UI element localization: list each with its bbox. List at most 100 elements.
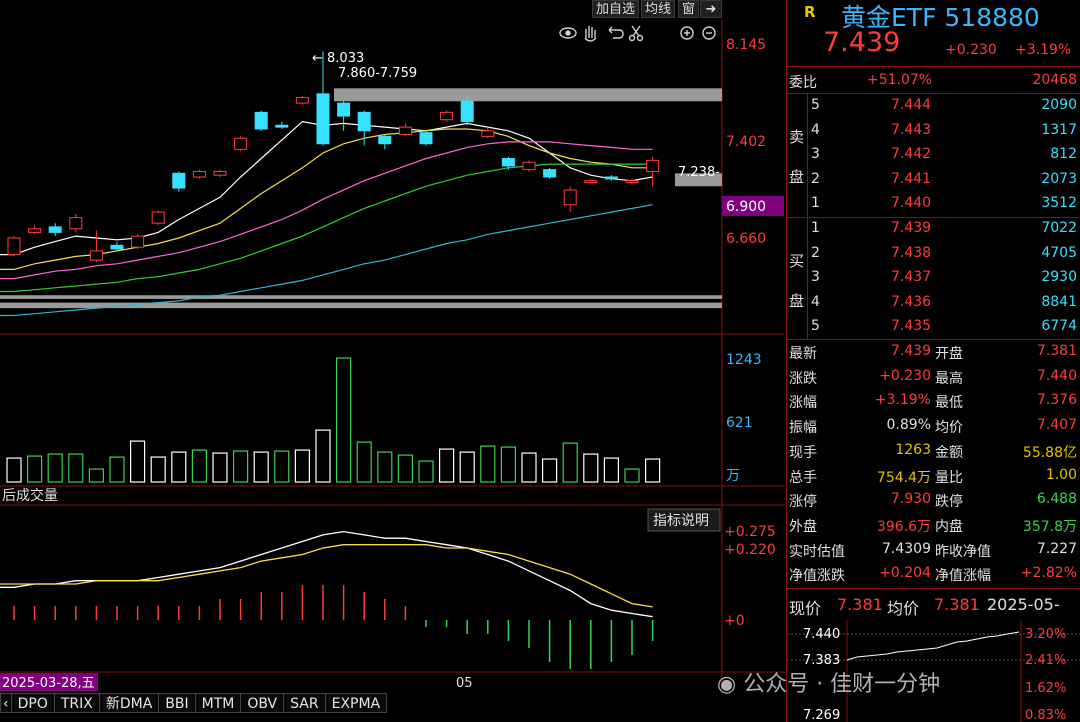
ask-volume: 2090 <box>1041 97 1077 113</box>
candle-body-8 <box>151 211 165 224</box>
undo-icon[interactable] <box>608 26 624 39</box>
stat-label: 均价 <box>935 420 963 437</box>
stat-label: 实时估值 <box>789 543 845 560</box>
candle-body-31 <box>625 180 639 184</box>
candle-body-13 <box>254 111 268 130</box>
stats-row: 实时估值 7.4309 昨收净值 7.227 <box>787 538 1080 562</box>
indicator-help-button[interactable]: 指标说明 <box>653 513 709 529</box>
volume-bar-9 <box>171 451 187 483</box>
candle-body-29 <box>584 180 598 184</box>
bid-level: 3 <box>811 269 820 286</box>
price-change: +0.230 <box>945 42 997 58</box>
ask-price: 7.442 <box>891 146 932 163</box>
current-price: 7.381 <box>837 595 883 614</box>
mini-label-right-4: 0.83% <box>1025 708 1066 722</box>
stat-value: 396.6万 <box>876 518 931 535</box>
stat-label: 跌停 <box>935 494 963 511</box>
bid-price: 7.438 <box>891 244 932 261</box>
stat-label: 振幅 <box>789 420 817 437</box>
indicator-tabs: ‹ DPO TRIX 新DMA BBI MTM OBV SAR EXPMA <box>0 693 388 715</box>
candle-body-4 <box>69 217 83 230</box>
add-icon[interactable] <box>680 26 694 40</box>
ask-price: 7.440 <box>891 195 932 212</box>
volume-bar-10 <box>191 449 207 483</box>
stat-label: 净值涨幅 <box>935 568 991 585</box>
ma-line-button[interactable]: 均线 <box>641 0 676 18</box>
candle-body-23 <box>460 100 474 123</box>
price-label-current: 6.900 <box>726 199 766 215</box>
intraday-price-line <box>846 631 1020 661</box>
kline-chart[interactable]: 8.145 7.402 6.900 6.660 ← 8.033 7.860-7.… <box>0 0 785 722</box>
date-label-start: 2025-03-28,五 <box>2 676 95 691</box>
chart-toolbar-icons <box>559 25 716 42</box>
add-watchlist-button[interactable]: 加自选 <box>592 0 640 18</box>
bid-price: 7.436 <box>891 293 932 310</box>
volume-bar-7 <box>130 440 146 483</box>
macd-label-2: +0.220 <box>724 542 776 558</box>
tab-sar[interactable]: SAR <box>283 693 326 713</box>
volume-bar-23 <box>459 451 475 483</box>
ma-line-2 <box>0 128 653 270</box>
exit-icon[interactable]: ➜ <box>700 0 722 18</box>
stat-label: 最高 <box>935 370 963 387</box>
price-band-1 <box>334 88 722 102</box>
tab-dpo[interactable]: DPO <box>10 693 55 713</box>
candle-body-12 <box>234 137 248 150</box>
tab-trix[interactable]: TRIX <box>53 693 100 713</box>
volume-bar-30 <box>603 457 620 483</box>
window-button[interactable]: 窗 <box>678 0 700 18</box>
volume-title: 后成交量 <box>2 487 58 504</box>
macd-label-zero: +0 <box>724 613 745 629</box>
ask-row: 2 7.441 2073 <box>787 168 1080 192</box>
hand-icon[interactable] <box>584 26 597 42</box>
stat-value: 7.381 <box>1036 343 1077 359</box>
bid-row: 5 7.435 6774 <box>787 315 1080 339</box>
volume-bar-22 <box>439 448 455 483</box>
candle-body-11 <box>213 170 227 176</box>
price-label-low: 6.660 <box>726 231 766 247</box>
stat-label: 现手 <box>789 444 817 461</box>
tab-bbi[interactable]: BBI <box>158 693 196 713</box>
bid-price: 7.437 <box>891 269 932 286</box>
candle-body-26 <box>522 161 536 171</box>
volume-unit: 万 <box>726 468 740 484</box>
cut-icon[interactable] <box>628 25 644 42</box>
weibi-row: 委比 +51.07% 20468 <box>787 69 1080 93</box>
volume-bar-32 <box>644 458 661 483</box>
ask-volume: 812 <box>1050 146 1077 163</box>
eye-icon[interactable] <box>559 27 577 39</box>
volume-label-mid: 621 <box>726 415 753 431</box>
candle-body-7 <box>131 235 145 248</box>
ask-volume: 1317 <box>1041 121 1077 138</box>
tab-new-dma[interactable]: 新DMA <box>98 693 160 713</box>
mini-label-right-2: 2.41% <box>1025 653 1066 668</box>
stat-label: 量比 <box>935 469 963 486</box>
bid-row: 3 7.437 2930 <box>787 266 1080 290</box>
weibi-value: 20468 <box>1032 72 1077 88</box>
price-label-mid: 7.402 <box>726 134 766 150</box>
price-change-pct: +3.19% <box>1015 42 1072 58</box>
stat-value: +2.82% <box>1020 565 1077 582</box>
candle-body-20 <box>398 126 412 136</box>
remove-icon[interactable] <box>702 26 716 40</box>
stat-value: 0.89% <box>886 417 931 434</box>
stat-value: 7.227 <box>1036 540 1077 557</box>
bid-level: 5 <box>811 318 820 335</box>
tab-obv[interactable]: OBV <box>240 693 285 713</box>
stats-row: 现手 1263 金额 55.88亿 <box>787 439 1080 463</box>
candle-body-17 <box>337 102 351 117</box>
bid-row: 2 7.438 4705 <box>787 242 1080 266</box>
candle-body-10 <box>192 170 206 178</box>
stat-value: 55.88亿 <box>1022 444 1077 461</box>
volume-bar-21 <box>418 460 434 483</box>
ask-level: 4 <box>811 121 820 138</box>
tab-mtm[interactable]: MTM <box>194 693 242 713</box>
volume-bar-14 <box>274 450 290 483</box>
candle-body-21 <box>419 132 433 145</box>
stat-value: 6.488 <box>1036 491 1077 508</box>
volume-bars <box>6 357 661 483</box>
tab-expma[interactable]: EXPMA <box>324 693 388 713</box>
candle-body-3 <box>48 226 62 233</box>
macd-dea-line <box>0 544 653 608</box>
mini-label-right-1: 3.20% <box>1025 627 1066 642</box>
